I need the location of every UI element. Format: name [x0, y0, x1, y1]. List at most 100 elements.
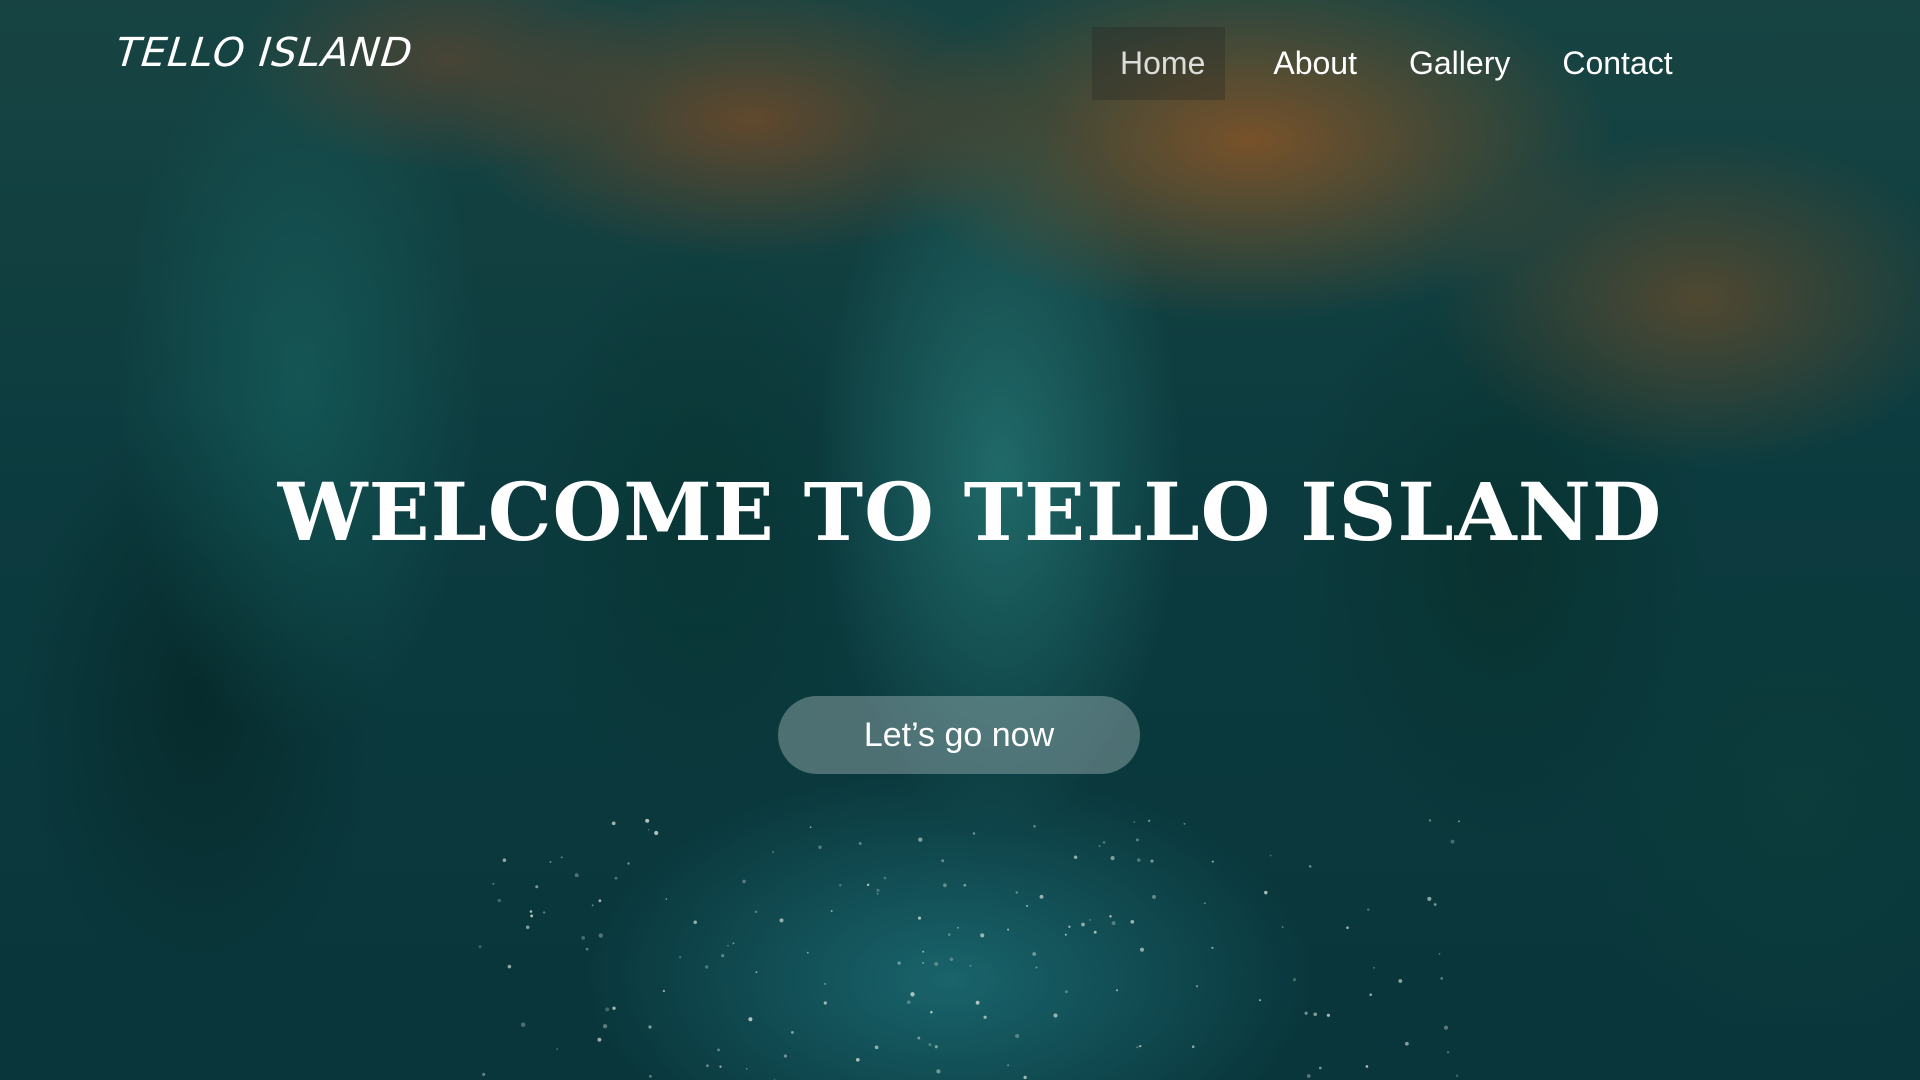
- sparkle-dot: [818, 845, 822, 849]
- sparkle-dot: [1139, 1044, 1142, 1048]
- sparkle-dot: [1326, 1013, 1330, 1017]
- sparkle-dot: [1292, 978, 1297, 982]
- sparkle-dot: [647, 828, 650, 831]
- sparkle-dot: [574, 873, 579, 878]
- sparkle-dot: [876, 893, 879, 895]
- sparkle-dot: [1098, 844, 1101, 847]
- sparkle-dot: [1068, 925, 1071, 928]
- sparkle-dot: [975, 1000, 980, 1005]
- sparkle-dot: [591, 904, 594, 907]
- sparkle-dot: [497, 898, 501, 903]
- sparkle-dot: [754, 910, 758, 913]
- sparkle-dot: [648, 1074, 652, 1078]
- sparkle-dot: [542, 911, 546, 914]
- nav-item-about[interactable]: About: [1273, 45, 1357, 82]
- sparkle-dot: [1064, 933, 1067, 936]
- sparkle-dot: [627, 862, 630, 865]
- sparkle-dot: [1039, 894, 1044, 899]
- sparkle-dot: [665, 898, 668, 900]
- sparkle-dot: [662, 989, 666, 993]
- sparkle-dot: [611, 821, 616, 826]
- sparkle-dot: [1139, 947, 1145, 952]
- sparkle-dot: [706, 1064, 709, 1067]
- sparkle-dot: [585, 947, 589, 951]
- sparkle-dot: [1306, 1074, 1311, 1078]
- sparkle-dot: [934, 961, 939, 966]
- sparkle-dot: [1458, 820, 1460, 823]
- sparkle-dot: [1053, 1013, 1058, 1018]
- sparkle-dot: [1073, 855, 1078, 860]
- sparkle-dot: [1304, 1011, 1308, 1015]
- sparkle-dot: [1109, 915, 1112, 918]
- sparkle-dot: [1093, 930, 1097, 934]
- sparkle-dot: [980, 933, 985, 938]
- sparkle-dot: [745, 1067, 748, 1070]
- sparkle-dot: [727, 944, 729, 947]
- sparkle-dot: [957, 926, 959, 929]
- sparkle-dot: [492, 882, 495, 885]
- sparkle-dot: [772, 851, 774, 854]
- sparkle-dot: [721, 954, 725, 958]
- sparkle-dot: [1269, 854, 1272, 857]
- sparkle-dot: [1111, 921, 1116, 926]
- sparkle-dot: [1455, 1074, 1459, 1077]
- sparkle-dot: [603, 1024, 608, 1029]
- sparkle-dot: [906, 1000, 911, 1005]
- sparkle-dot: [1064, 990, 1068, 994]
- sparkle-dot: [917, 916, 922, 920]
- sparkle-dot: [910, 992, 915, 997]
- sparkle-dot: [705, 965, 709, 969]
- sparkle-dot: [936, 1069, 941, 1074]
- sparkle-dot: [1133, 821, 1136, 823]
- sparkle-dot: [897, 961, 901, 965]
- nav-item-contact[interactable]: Contact: [1562, 45, 1672, 82]
- sparkle-dot: [1148, 819, 1151, 822]
- sparkle-dot: [1281, 926, 1284, 929]
- sparkle-dot: [779, 918, 784, 923]
- sparkle-dot: [1369, 993, 1372, 996]
- sparkle-dot: [478, 945, 482, 949]
- sparkle-dot: [1007, 928, 1010, 931]
- sparkle-dot: [1136, 1046, 1139, 1049]
- sparkle-dot: [1033, 825, 1036, 828]
- sparkle-dot: [502, 858, 507, 862]
- sparkle-dot: [1365, 1065, 1369, 1068]
- sparkle-dot: [581, 936, 586, 940]
- nav-item-gallery[interactable]: Gallery: [1409, 45, 1510, 82]
- sparkle-dot: [717, 1048, 721, 1052]
- sparkle-dot: [598, 899, 602, 903]
- sparkle-dot: [1137, 858, 1141, 862]
- sparkle-dot: [612, 1006, 616, 1010]
- sparkle-dot: [949, 957, 954, 962]
- nav-item-home[interactable]: Home: [1092, 26, 1226, 100]
- sparkle-dot: [1035, 966, 1038, 969]
- sparkle-dot: [1023, 1075, 1027, 1080]
- sparkle-dot: [1373, 966, 1376, 969]
- sparkle-dot: [732, 942, 735, 945]
- sparkle-dot: [521, 1022, 526, 1027]
- sparkle-dot: [947, 933, 951, 936]
- sparkle-dot: [597, 1037, 602, 1042]
- sparkle-dot: [1259, 999, 1262, 1002]
- sparkle-dot: [969, 964, 972, 967]
- sparkle-dot: [876, 888, 880, 893]
- sparkle-dot: [1183, 822, 1186, 825]
- sparkle-dot: [1264, 890, 1268, 895]
- sparkle-dot: [605, 1007, 610, 1012]
- hero-title: WELCOME TO TELLO ISLAND: [277, 465, 1663, 559]
- sparkle-dot: [549, 861, 552, 863]
- lets-go-now-button[interactable]: Let’s go now: [778, 696, 1140, 774]
- sparkle-dot: [1135, 838, 1139, 842]
- sparkle-dot: [917, 1036, 921, 1040]
- sparkle-dot: [918, 837, 923, 842]
- sparkle-dot: [941, 859, 945, 863]
- sparkle-dot: [783, 1054, 788, 1058]
- site-logo[interactable]: TELLO ISLAND: [114, 30, 416, 76]
- sparkle-dot: [1191, 1045, 1195, 1048]
- sparkle-dot: [1450, 839, 1455, 844]
- sparkle-dot: [943, 883, 947, 888]
- sparkle-dot: [742, 879, 746, 884]
- sparkle-dot: [598, 933, 603, 938]
- sparkle-dot: [866, 883, 870, 887]
- sparkle-dot: [1443, 1025, 1449, 1030]
